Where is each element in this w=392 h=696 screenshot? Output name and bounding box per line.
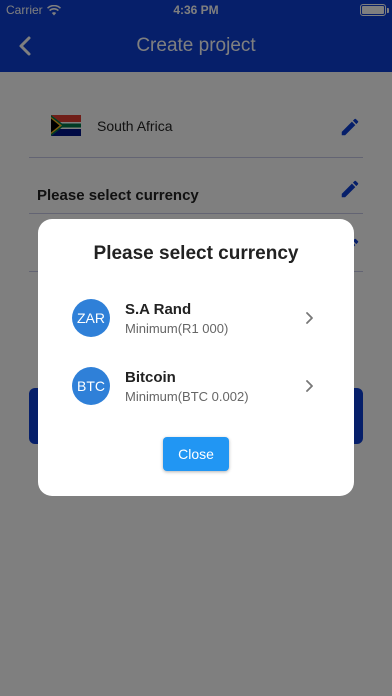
currency-option-btc[interactable]: BTC Bitcoin Minimum(BTC 0.002)	[38, 367, 354, 423]
chevron-right-icon	[306, 380, 313, 392]
currency-dialog: Please select currency ZAR S.A Rand Mini…	[38, 219, 354, 496]
currency-option-zar[interactable]: ZAR S.A Rand Minimum(R1 000)	[38, 299, 354, 355]
close-button[interactable]: Close	[163, 437, 229, 471]
btc-badge: BTC	[72, 367, 110, 405]
option-name: S.A Rand	[125, 301, 192, 318]
dialog-title: Please select currency	[93, 243, 299, 264]
option-minimum: Minimum(BTC 0.002)	[125, 389, 249, 404]
zar-badge: ZAR	[72, 299, 110, 337]
chevron-right-icon	[306, 312, 313, 324]
option-name: Bitcoin	[125, 369, 176, 386]
option-minimum: Minimum(R1 000)	[125, 321, 229, 336]
